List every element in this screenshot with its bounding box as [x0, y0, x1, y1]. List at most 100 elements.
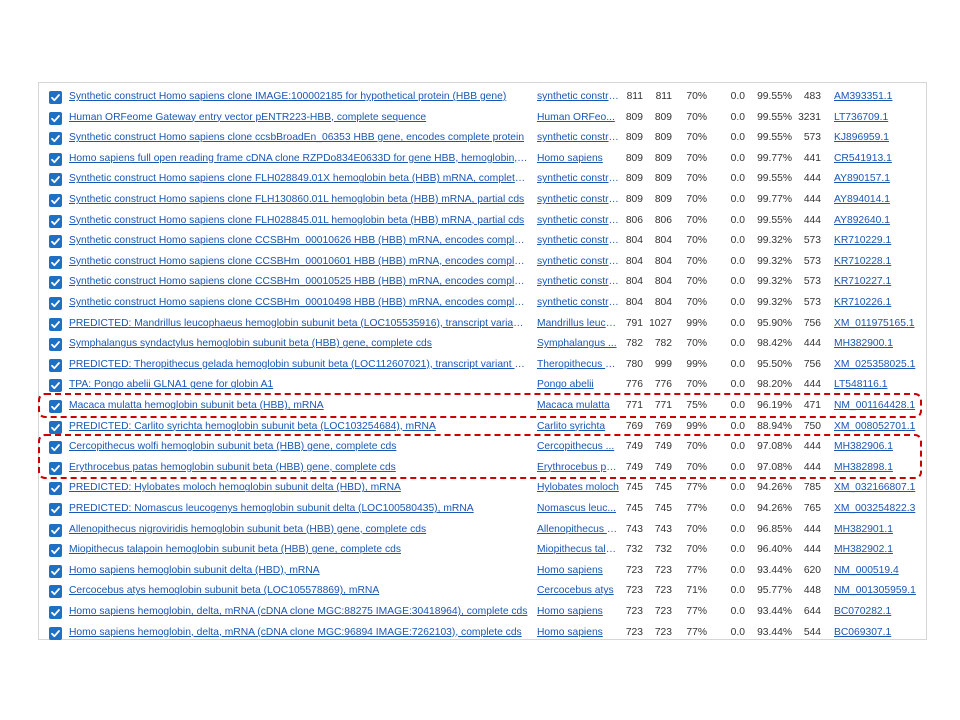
- row-checkbox[interactable]: [49, 503, 62, 516]
- table-row[interactable]: Synthetic construct Homo sapiens clone c…: [39, 128, 926, 149]
- table-row[interactable]: Allenopithecus nigroviridis hemoglobin s…: [39, 520, 926, 541]
- sequence-description-link[interactable]: Symphalangus syndactylus hemoglobin subu…: [69, 334, 529, 355]
- scientific-name-link[interactable]: Theropithecus g...: [537, 355, 619, 376]
- sequence-description-link[interactable]: Miopithecus talapoin hemoglobin subunit …: [69, 540, 529, 561]
- row-checkbox[interactable]: [49, 482, 62, 496]
- table-row[interactable]: Miopithecus talapoin hemoglobin subunit …: [39, 540, 926, 561]
- accession-link[interactable]: KJ896959.1: [834, 128, 928, 149]
- accession-link[interactable]: CR541913.1: [834, 149, 928, 170]
- table-row[interactable]: PREDICTED: Hylobates moloch hemoglobin s…: [39, 478, 926, 499]
- row-checkbox[interactable]: [49, 523, 62, 537]
- scientific-name-link[interactable]: Cercocebus atys: [537, 581, 619, 602]
- accession-link[interactable]: KR710226.1: [834, 293, 928, 314]
- sequence-description-link[interactable]: Synthetic construct Homo sapiens clone c…: [69, 128, 529, 149]
- sequence-description-link[interactable]: Synthetic construct Homo sapiens clone I…: [69, 87, 529, 108]
- sequence-description-link[interactable]: Synthetic construct Homo sapiens clone F…: [69, 190, 529, 211]
- scientific-name-link[interactable]: Homo sapiens: [537, 602, 619, 623]
- row-checkbox[interactable]: [49, 317, 62, 331]
- accession-link[interactable]: KR710228.1: [834, 252, 928, 273]
- table-row[interactable]: Synthetic construct Homo sapiens clone C…: [39, 293, 926, 314]
- table-row[interactable]: PREDICTED: Theropithecus gelada hemoglob…: [39, 355, 926, 376]
- sequence-description-link[interactable]: Cercocebus atys hemoglobin subunit beta …: [69, 581, 529, 602]
- sequence-description-link[interactable]: Homo sapiens full open reading frame cDN…: [69, 149, 529, 170]
- accession-link[interactable]: XM_003254822.3: [834, 499, 928, 520]
- sequence-description-link[interactable]: Synthetic construct Homo sapiens clone C…: [69, 272, 529, 293]
- row-checkbox[interactable]: [49, 358, 62, 372]
- accession-link[interactable]: AY894014.1: [834, 190, 928, 211]
- scientific-name-link[interactable]: synthetic construct: [537, 272, 619, 293]
- table-row[interactable]: Homo sapiens full open reading frame cDN…: [39, 149, 926, 170]
- table-row[interactable]: Synthetic construct Homo sapiens clone C…: [39, 252, 926, 273]
- row-checkbox[interactable]: [49, 626, 62, 640]
- accession-link[interactable]: AY890157.1: [834, 169, 928, 190]
- row-checkbox[interactable]: [49, 420, 62, 434]
- accession-link[interactable]: AM393351.1: [834, 87, 928, 108]
- row-checkbox[interactable]: [49, 111, 62, 125]
- accession-link[interactable]: AY892640.1: [834, 211, 928, 232]
- row-checkbox[interactable]: [49, 338, 62, 352]
- sequence-description-link[interactable]: PREDICTED: Hylobates moloch hemoglobin s…: [69, 478, 529, 499]
- accession-link[interactable]: MH382900.1: [834, 334, 928, 355]
- scientific-name-link[interactable]: Homo sapiens: [537, 149, 619, 170]
- scientific-name-link[interactable]: Homo sapiens: [537, 623, 619, 644]
- scientific-name-link[interactable]: Symphalangus ...: [537, 334, 619, 355]
- table-row[interactable]: Homo sapiens hemoglobin, delta, mRNA (cD…: [39, 623, 926, 644]
- scientific-name-link[interactable]: synthetic construct: [537, 231, 619, 252]
- row-checkbox[interactable]: [49, 194, 62, 207]
- table-row[interactable]: Cercocebus atys hemoglobin subunit beta …: [39, 581, 926, 602]
- accession-link[interactable]: KR710227.1: [834, 272, 928, 293]
- row-checkbox[interactable]: [49, 379, 62, 393]
- accession-link[interactable]: NM_000519.4: [834, 561, 928, 582]
- accession-link[interactable]: MH382901.1: [834, 520, 928, 541]
- scientific-name-link[interactable]: synthetic construct: [537, 128, 619, 149]
- table-row[interactable]: Homo sapiens hemoglobin subunit delta (H…: [39, 561, 926, 582]
- scientific-name-link[interactable]: Nomascus leuc...: [537, 499, 619, 520]
- row-checkbox[interactable]: [49, 297, 62, 310]
- table-row[interactable]: Synthetic construct Homo sapiens clone I…: [39, 87, 926, 108]
- scientific-name-link[interactable]: synthetic construct: [537, 190, 619, 211]
- sequence-description-link[interactable]: Human ORFeome Gateway entry vector pENTR…: [69, 108, 529, 129]
- sequence-description-link[interactable]: Synthetic construct Homo sapiens clone F…: [69, 211, 529, 232]
- row-checkbox[interactable]: [49, 173, 62, 187]
- accession-link[interactable]: KR710229.1: [834, 231, 928, 252]
- accession-link[interactable]: NM_001305959.1: [834, 581, 928, 602]
- table-row[interactable]: PREDICTED: Nomascus leucogenys hemoglobi…: [39, 499, 926, 520]
- scientific-name-link[interactable]: synthetic construct: [537, 87, 619, 108]
- scientific-name-link[interactable]: Allenopithecus n...: [537, 520, 619, 541]
- sequence-description-link[interactable]: Homo sapiens hemoglobin, delta, mRNA (cD…: [69, 602, 529, 623]
- row-checkbox[interactable]: [49, 255, 62, 269]
- row-checkbox[interactable]: [49, 91, 62, 104]
- sequence-description-link[interactable]: Allenopithecus nigroviridis hemoglobin s…: [69, 520, 529, 541]
- accession-link[interactable]: LT736709.1: [834, 108, 928, 129]
- sequence-description-link[interactable]: Synthetic construct Homo sapiens clone C…: [69, 231, 529, 252]
- accession-link[interactable]: XM_032166807.1: [834, 478, 928, 499]
- scientific-name-link[interactable]: Homo sapiens: [537, 561, 619, 582]
- scientific-name-link[interactable]: synthetic construct: [537, 211, 619, 232]
- scientific-name-link[interactable]: Miopithecus tala...: [537, 540, 619, 561]
- scientific-name-link[interactable]: synthetic construct: [537, 252, 619, 273]
- row-checkbox[interactable]: [49, 544, 62, 558]
- sequence-description-link[interactable]: Synthetic construct Homo sapiens clone C…: [69, 252, 529, 273]
- scientific-name-link[interactable]: Hylobates moloch: [537, 478, 619, 499]
- row-checkbox[interactable]: [49, 585, 62, 599]
- table-row[interactable]: Symphalangus syndactylus hemoglobin subu…: [39, 334, 926, 355]
- sequence-description-link[interactable]: Homo sapiens hemoglobin subunit delta (H…: [69, 561, 529, 582]
- table-row[interactable]: Synthetic construct Homo sapiens clone F…: [39, 190, 926, 211]
- row-checkbox[interactable]: [49, 276, 62, 290]
- accession-link[interactable]: XM_025358025.1: [834, 355, 928, 376]
- scientific-name-link[interactable]: Human ORFeo...: [537, 108, 619, 129]
- row-checkbox[interactable]: [49, 152, 62, 166]
- table-row[interactable]: Human ORFeome Gateway entry vector pENTR…: [39, 108, 926, 129]
- sequence-description-link[interactable]: PREDICTED: Theropithecus gelada hemoglob…: [69, 355, 529, 376]
- sequence-description-link[interactable]: Synthetic construct Homo sapiens clone F…: [69, 169, 529, 190]
- accession-link[interactable]: BC070282.1: [834, 602, 928, 623]
- sequence-description-link[interactable]: PREDICTED: Nomascus leucogenys hemoglobi…: [69, 499, 529, 520]
- accession-link[interactable]: BC069307.1: [834, 623, 928, 644]
- scientific-name-link[interactable]: synthetic construct: [537, 169, 619, 190]
- table-row[interactable]: Synthetic construct Homo sapiens clone C…: [39, 231, 926, 252]
- sequence-description-link[interactable]: Synthetic construct Homo sapiens clone C…: [69, 293, 529, 314]
- table-row[interactable]: Synthetic construct Homo sapiens clone F…: [39, 211, 926, 232]
- accession-link[interactable]: XM_011975165.1: [834, 314, 928, 335]
- scientific-name-link[interactable]: synthetic construct: [537, 293, 619, 314]
- row-checkbox[interactable]: [49, 235, 62, 249]
